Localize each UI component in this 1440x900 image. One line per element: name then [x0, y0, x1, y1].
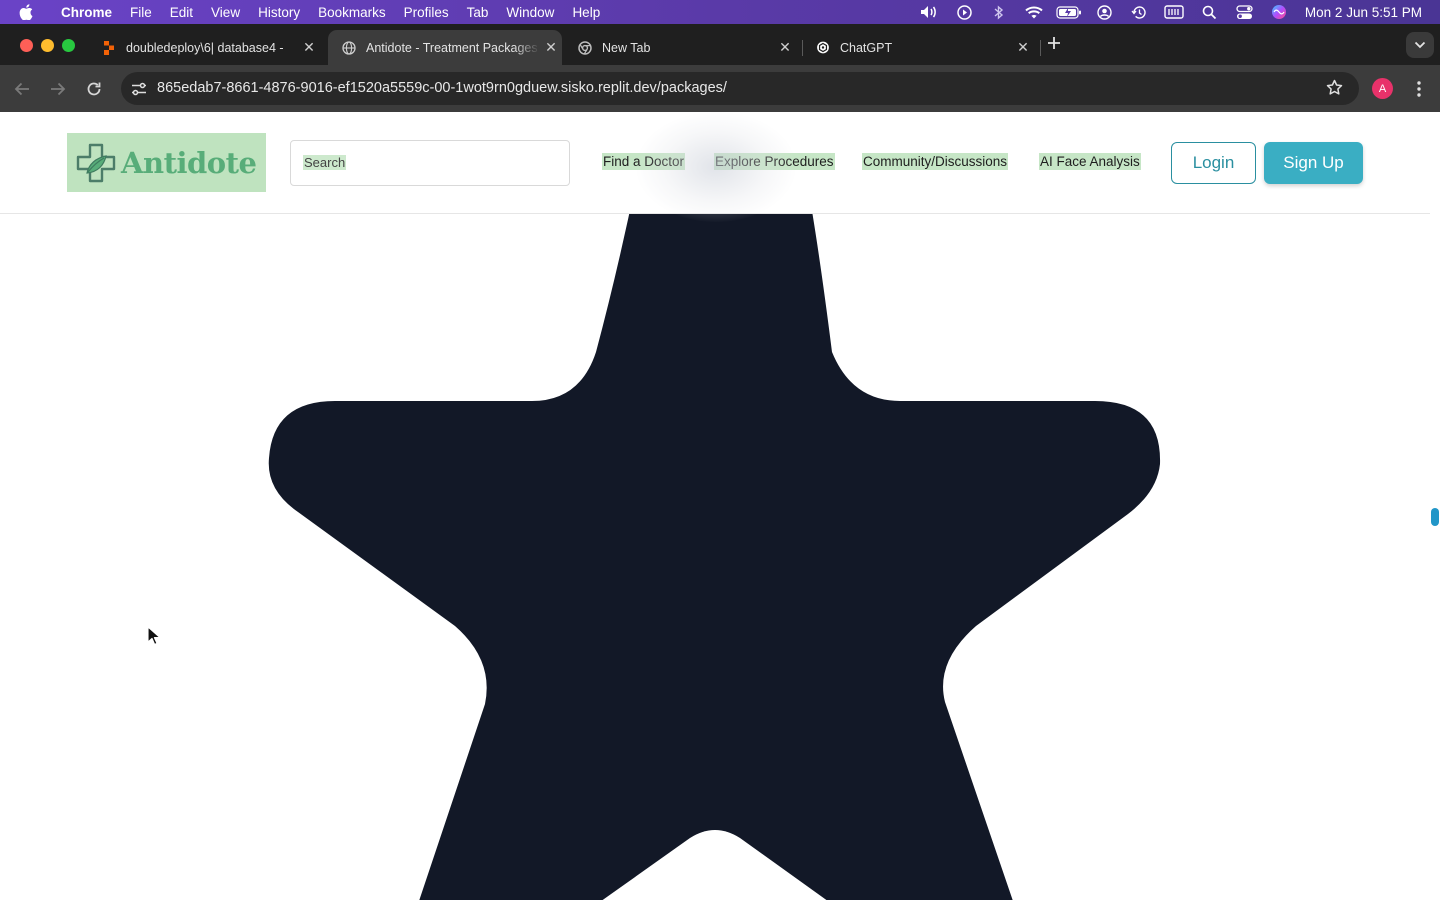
tab-chatgpt[interactable]: ChatGPT ✕ [802, 30, 1034, 65]
medical-cross-leaf-icon [76, 143, 116, 182]
reload-button[interactable] [82, 77, 106, 101]
menu-help[interactable]: Help [563, 5, 609, 20]
tab-new-tab[interactable]: New Tab ✕ [564, 30, 796, 65]
page-viewport: Antidote Search Find a Doctor Explore Pr… [0, 112, 1430, 900]
scrollbar-thumb[interactable] [1431, 508, 1439, 526]
url-text: 865edab7-8661-4876-9016-ef1520a5559c-00-… [157, 80, 727, 96]
tab-antidote[interactable]: Antidote - Treatment Packages ✕ [328, 30, 562, 65]
browser-tab-strip: doubledeploy\6| database4 - ✕ Antidote -… [0, 24, 1440, 65]
search-input[interactable]: Search [290, 140, 570, 186]
chrome-icon [578, 40, 592, 55]
new-tab-button[interactable] [1047, 34, 1061, 55]
menu-edit[interactable]: Edit [161, 5, 202, 20]
menu-bookmarks[interactable]: Bookmarks [309, 5, 395, 20]
site-header: Antidote Search Find a Doctor Explore Pr… [0, 112, 1430, 214]
close-tab-icon[interactable]: ✕ [1012, 39, 1034, 56]
bluetooth-icon[interactable] [982, 0, 1017, 24]
search-placeholder: Search [303, 155, 347, 170]
time-machine-icon[interactable] [1122, 0, 1157, 24]
brand-name: Antidote [121, 145, 257, 180]
user-icon[interactable] [1087, 0, 1122, 24]
status-area: Mon 2 Jun 5:51 PM [912, 0, 1440, 24]
globe-icon [342, 40, 356, 55]
tab-replit[interactable]: doubledeploy\6| database4 - ✕ [88, 30, 320, 65]
nav-community-discussions[interactable]: Community/Discussions [862, 153, 1009, 170]
close-tab-icon[interactable]: ✕ [298, 39, 320, 56]
login-button[interactable]: Login [1171, 142, 1256, 184]
menu-window[interactable]: Window [497, 5, 563, 20]
wifi-icon[interactable] [1017, 0, 1052, 24]
spotlight-icon[interactable] [1192, 0, 1227, 24]
tab-search-button[interactable] [1406, 32, 1434, 58]
replit-icon [102, 40, 116, 55]
play-icon[interactable] [947, 0, 982, 24]
zoom-window-button[interactable] [62, 39, 75, 52]
page-scrollbar[interactable] [1430, 112, 1440, 900]
menu-view[interactable]: View [202, 5, 249, 20]
menu-profiles[interactable]: Profiles [395, 5, 458, 20]
browser-toolbar: 865edab7-8661-4876-9016-ef1520a5559c-00-… [0, 65, 1440, 112]
siri-icon[interactable] [1262, 0, 1297, 24]
mouse-cursor-icon [147, 626, 161, 645]
close-tab-icon[interactable]: ✕ [540, 39, 562, 56]
reload-icon [87, 82, 101, 96]
nav-ai-face-analysis[interactable]: AI Face Analysis [1039, 153, 1141, 170]
menu-history[interactable]: History [249, 5, 309, 20]
large-star-graphic [268, 112, 1161, 900]
battery-icon[interactable] [1052, 0, 1087, 24]
arrow-left-icon [14, 82, 29, 96]
tab-separator [1040, 40, 1041, 56]
close-window-button[interactable] [20, 39, 33, 52]
arrow-right-icon [51, 82, 66, 96]
site-logo[interactable]: Antidote [67, 133, 266, 192]
star-icon [268, 112, 1161, 900]
nav-explore-procedures[interactable]: Explore Procedures [714, 153, 835, 170]
plus-icon [1048, 37, 1060, 49]
keyboard-icon[interactable] [1157, 0, 1192, 24]
bookmark-star-icon[interactable] [1326, 79, 1343, 101]
nav-find-a-doctor[interactable]: Find a Doctor [602, 153, 686, 170]
apple-menu-icon[interactable] [0, 4, 52, 20]
address-bar[interactable]: 865edab7-8661-4876-9016-ef1520a5559c-00-… [121, 72, 1359, 105]
control-center-icon[interactable] [1227, 0, 1262, 24]
signup-button[interactable]: Sign Up [1264, 142, 1363, 184]
tab-title: Antidote - Treatment Packages [366, 40, 538, 55]
macos-menubar: Chrome File Edit View History Bookmarks … [0, 0, 1440, 24]
tab-title: doubledeploy\6| database4 - [126, 40, 284, 55]
tab-title: New Tab [602, 40, 651, 55]
back-button[interactable] [10, 77, 34, 101]
menu-tab[interactable]: Tab [458, 5, 498, 20]
chevron-down-icon [1414, 41, 1426, 49]
forward-button[interactable] [46, 77, 70, 101]
profile-avatar[interactable]: A [1372, 78, 1393, 99]
menubar-clock[interactable]: Mon 2 Jun 5:51 PM [1297, 5, 1422, 20]
window-controls [20, 39, 75, 52]
menu-app-chrome[interactable]: Chrome [52, 5, 121, 20]
volume-icon[interactable] [912, 0, 947, 24]
menu-file[interactable]: File [121, 5, 161, 20]
close-tab-icon[interactable]: ✕ [774, 39, 796, 56]
more-menu-icon[interactable] [1410, 77, 1428, 101]
minimize-window-button[interactable] [41, 39, 54, 52]
openai-icon [816, 41, 830, 55]
site-settings-icon[interactable] [127, 77, 151, 101]
tab-title: ChatGPT [840, 40, 893, 55]
